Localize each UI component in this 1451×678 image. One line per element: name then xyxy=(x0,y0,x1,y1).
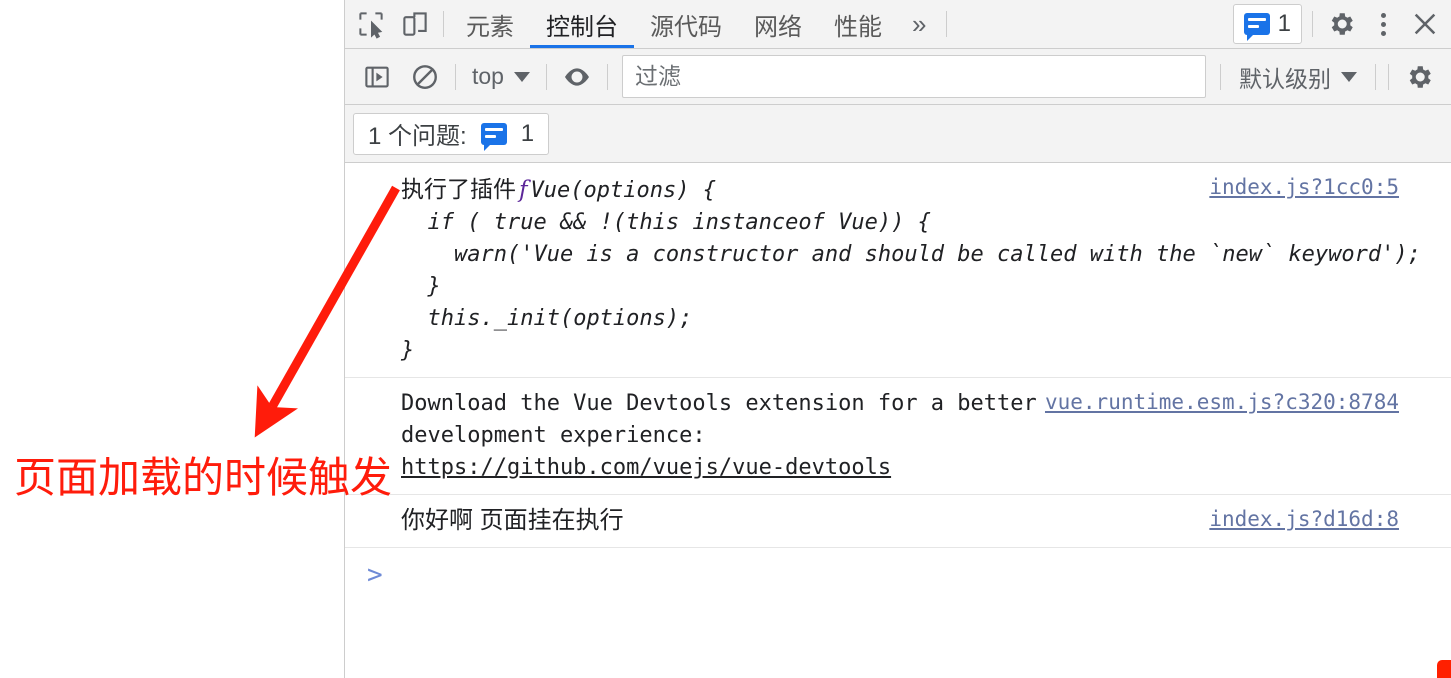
toolbar-divider xyxy=(443,11,444,37)
console-toolbar: top 默认级别 xyxy=(345,49,1451,105)
prompt-chevron-icon: > xyxy=(367,560,383,590)
message-bubble-icon xyxy=(480,122,507,151)
toolbar-divider xyxy=(1375,63,1376,90)
toolbar-divider xyxy=(946,11,948,37)
console-message-list: index.js?1cc0:5 执行了插件 f Vue(options) { if … xyxy=(345,163,1451,548)
gear-icon[interactable] xyxy=(1319,3,1363,45)
tab-elements[interactable]: 元素 xyxy=(450,0,530,48)
tab-label: 网络 xyxy=(754,13,802,41)
toolbar-divider xyxy=(545,63,547,90)
toolbar-divider xyxy=(1220,63,1221,90)
execution-context-label: top xyxy=(472,63,504,89)
more-tabs-chevron-icon[interactable]: » xyxy=(898,0,940,48)
issues-summary-label: 1 个问题: xyxy=(368,123,467,150)
chevron-down-icon xyxy=(1341,71,1357,82)
toolbar-divider xyxy=(1312,11,1313,37)
source-link[interactable]: vue.runtime.esm.js?c320:8784 xyxy=(1045,390,1399,414)
message-bubble-icon xyxy=(1243,13,1270,41)
screenshot-root: 元素 控制台 源代码 网络 性能 » 1 top 过滤 默认级别 1 个问题: … xyxy=(0,0,1451,678)
message-prefix-cn: 执行了插件 xyxy=(401,176,516,202)
issues-summary-count: 1 xyxy=(520,119,535,147)
console-message-hello[interactable]: index.js?d16d:8 你好啊 页面挂在执行 xyxy=(345,495,1451,548)
issues-summary-button[interactable]: 1 个问题: 1 xyxy=(353,112,550,155)
filter-input[interactable] xyxy=(621,55,1206,98)
message-code-body: Vue(options) { if ( true && !(this insta… xyxy=(401,178,1421,363)
devtools-url-link[interactable]: https://github.com/vuejs/vue-devtools xyxy=(401,455,891,480)
devtools-panel: 元素 控制台 源代码 网络 性能 » 1 top 过滤 默认级别 1 个问题: … xyxy=(344,0,1451,678)
console-message-plugin[interactable]: index.js?1cc0:5 执行了插件 f Vue(options) { if … xyxy=(345,163,1451,378)
issues-badge-button[interactable]: 1 xyxy=(1232,4,1302,44)
tab-console[interactable]: 控制台 xyxy=(530,0,634,48)
issues-badge-count: 1 xyxy=(1277,10,1291,37)
tab-sources[interactable]: 源代码 xyxy=(634,0,738,48)
issues-bar: 1 个问题: 1 xyxy=(345,105,1451,163)
inspect-element-icon[interactable] xyxy=(349,3,393,45)
tab-performance[interactable]: 性能 xyxy=(818,0,898,48)
console-sidebar-icon[interactable] xyxy=(353,55,401,99)
devtools-tabbar: 元素 控制台 源代码 网络 性能 » 1 xyxy=(345,0,1451,49)
device-toolbar-icon[interactable] xyxy=(393,3,437,45)
log-level-select[interactable]: 默认级别 xyxy=(1227,55,1369,99)
web-page-area xyxy=(0,0,344,678)
live-expression-eye-icon[interactable] xyxy=(553,55,601,99)
tab-label: 性能 xyxy=(834,13,882,41)
function-glyph-icon: f xyxy=(519,177,528,203)
source-link[interactable]: index.js?1cc0:5 xyxy=(1209,175,1399,199)
gear-icon[interactable] xyxy=(1395,55,1443,99)
console-message-content: 执行了插件 f Vue(options) { if ( true && !(this… xyxy=(401,173,1439,367)
tab-label: 元素 xyxy=(466,13,514,41)
clear-console-icon[interactable] xyxy=(401,55,449,99)
toolbar-divider xyxy=(455,63,456,90)
console-message-devtools-hint[interactable]: vue.runtime.esm.js?c320:8784 Download th… xyxy=(345,378,1451,495)
tab-network[interactable]: 网络 xyxy=(738,0,818,48)
message-body: Download the Vue Devtools extension for … xyxy=(401,391,1037,448)
close-icon[interactable] xyxy=(1403,3,1447,45)
console-prompt-row[interactable]: > xyxy=(345,548,1451,588)
execution-context-select[interactable]: top xyxy=(462,55,540,99)
tab-label: 源代码 xyxy=(650,13,722,41)
more-tabs-label: » xyxy=(912,8,927,39)
chevron-down-icon xyxy=(513,71,530,82)
tab-label: 控制台 xyxy=(546,13,618,41)
source-link[interactable]: index.js?d16d:8 xyxy=(1209,507,1399,531)
log-level-label: 默认级别 xyxy=(1239,65,1331,92)
toolbar-divider xyxy=(606,63,608,90)
kebab-menu-icon[interactable] xyxy=(1363,3,1403,45)
toolbar-divider xyxy=(1388,63,1389,90)
